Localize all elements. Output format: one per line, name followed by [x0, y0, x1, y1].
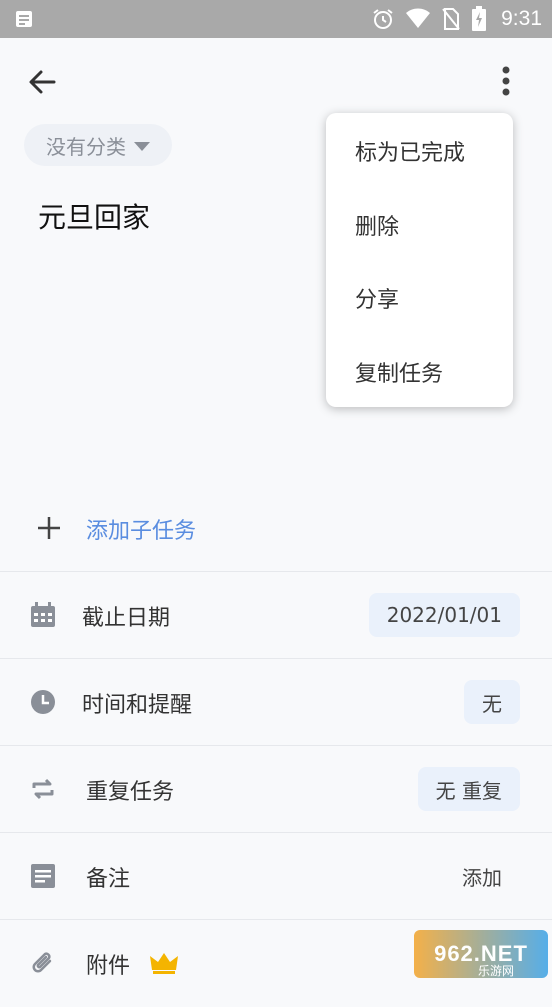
wifi-icon — [406, 8, 431, 28]
reminder-value[interactable]: 无 — [464, 680, 520, 724]
reminder-label: 时间和提醒 — [82, 693, 193, 718]
repeat-label: 重复任务 — [86, 780, 175, 805]
repeat-row[interactable]: 重复任务 无 重复 — [0, 745, 552, 833]
attachment-label: 附件 — [86, 954, 131, 979]
menu-item-delete[interactable]: 删除 — [355, 209, 399, 241]
repeat-icon — [32, 778, 54, 800]
watermark-subtext: 乐游网 — [478, 964, 515, 978]
reminder-row[interactable]: 时间和提醒 无 — [0, 658, 552, 746]
due-date-value[interactable]: 2022/01/01 — [368, 593, 520, 637]
menu-item-copy-task[interactable]: 复制任务 — [355, 356, 443, 388]
menu-item-mark-complete[interactable]: 标为已完成 — [355, 135, 465, 167]
category-chip-label: 没有分类 — [46, 134, 126, 159]
clock-icon — [31, 690, 55, 714]
task-title[interactable]: 元旦回家 — [38, 196, 150, 236]
note-label: 备注 — [86, 867, 131, 892]
note-icon — [31, 864, 55, 888]
menu-item-share[interactable]: 分享 — [355, 282, 399, 314]
due-date-label: 截止日期 — [82, 606, 171, 631]
due-date-row[interactable]: 截止日期 2022/01/01 — [0, 571, 552, 659]
status-time: 9:31 — [501, 7, 542, 30]
note-row[interactable]: 备注 添加 — [0, 832, 552, 920]
status-bar: 9:31 — [0, 0, 552, 38]
plus-icon — [38, 517, 60, 539]
caret-down-icon — [134, 142, 150, 151]
overflow-menu: 标为已完成 删除 分享 复制任务 — [326, 113, 513, 407]
battery-icon — [472, 6, 487, 31]
alarm-icon — [373, 9, 393, 29]
note-add-button[interactable]: 添加 — [444, 854, 520, 898]
no-sim-icon — [442, 8, 460, 30]
paperclip-icon — [32, 952, 52, 973]
calendar-icon — [31, 602, 55, 627]
crown-icon — [150, 953, 178, 974]
more-options-icon[interactable] — [488, 62, 524, 102]
category-chip[interactable]: 没有分类 — [24, 124, 172, 166]
repeat-value[interactable]: 无 重复 — [417, 767, 520, 811]
back-arrow-icon[interactable] — [22, 62, 62, 102]
add-subtask-label: 添加子任务 — [86, 519, 197, 544]
notification-icon — [16, 11, 32, 27]
